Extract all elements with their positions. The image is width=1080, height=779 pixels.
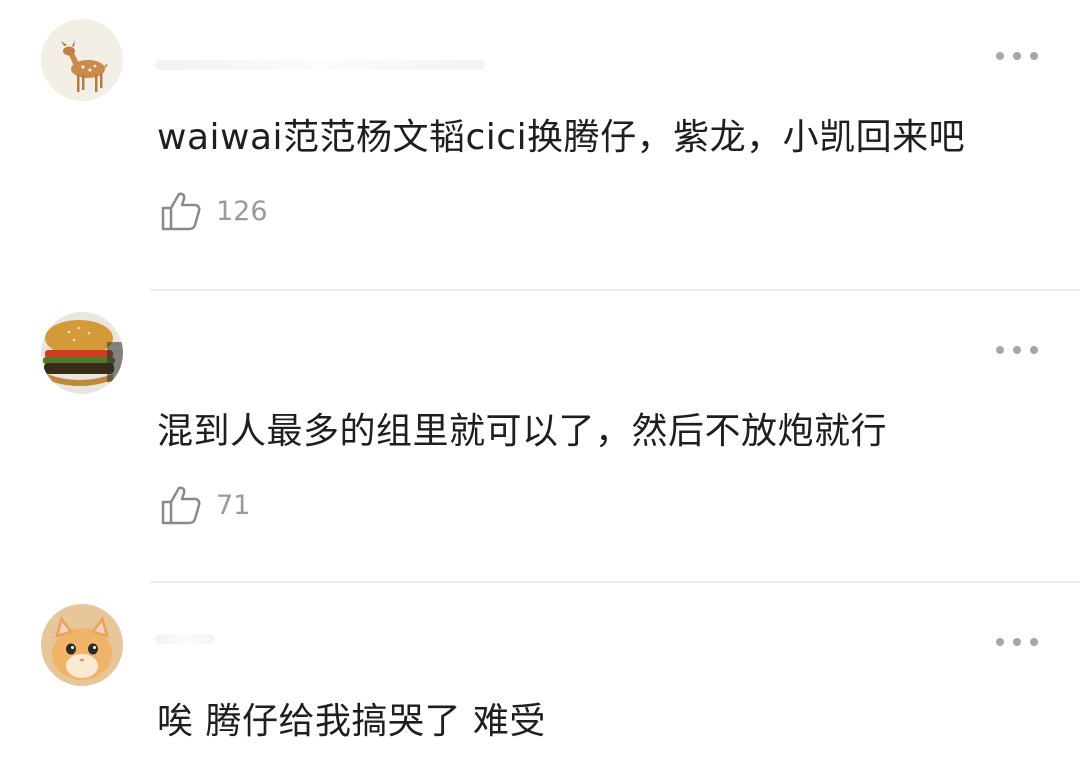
comment-text: 混到人最多的组里就可以了，然后不放炮就行 bbox=[157, 411, 888, 452]
more-dots-icon bbox=[1013, 346, 1021, 354]
like-count: 71 bbox=[216, 489, 251, 521]
comment-text: waiwai范范杨文韬cici换腾仔，紫龙，小凯回来吧 bbox=[157, 117, 966, 158]
user-avatar[interactable] bbox=[41, 604, 123, 686]
more-dots-icon bbox=[996, 346, 1004, 354]
user-avatar[interactable] bbox=[41, 19, 123, 101]
more-dots-icon bbox=[1030, 346, 1038, 354]
like-count: 126 bbox=[216, 195, 268, 227]
more-dots-icon bbox=[996, 638, 1004, 646]
more-dots-icon bbox=[1030, 638, 1038, 646]
thumbs-up-icon bbox=[161, 192, 201, 231]
comment-text: 唉 腾仔给我搞哭了 难受 bbox=[157, 701, 546, 742]
cat-avatar-icon bbox=[41, 604, 123, 686]
comment-item: 唉 腾仔给我搞哭了 难受 bbox=[0, 582, 1080, 779]
like-button[interactable]: 71 bbox=[160, 484, 250, 526]
comment-item: 混到人最多的组里就可以了，然后不放炮就行 71 bbox=[0, 290, 1080, 582]
fawn-avatar-icon bbox=[41, 19, 123, 101]
more-dots-icon bbox=[996, 52, 1004, 60]
more-options-button[interactable] bbox=[996, 344, 1038, 356]
username-blurred[interactable] bbox=[155, 634, 215, 644]
more-options-button[interactable] bbox=[996, 636, 1038, 648]
more-dots-icon bbox=[1013, 638, 1021, 646]
thumbs-up-icon bbox=[161, 486, 201, 525]
burger-avatar-icon bbox=[41, 312, 123, 394]
more-dots-icon bbox=[1030, 52, 1038, 60]
like-button[interactable]: 126 bbox=[160, 190, 268, 232]
more-options-button[interactable] bbox=[996, 50, 1038, 62]
comment-item: waiwai范范杨文韬cici换腾仔，紫龙，小凯回来吧 126 bbox=[0, 0, 1080, 290]
user-avatar[interactable] bbox=[41, 312, 123, 394]
username-blurred[interactable] bbox=[155, 60, 485, 70]
more-dots-icon bbox=[1013, 52, 1021, 60]
